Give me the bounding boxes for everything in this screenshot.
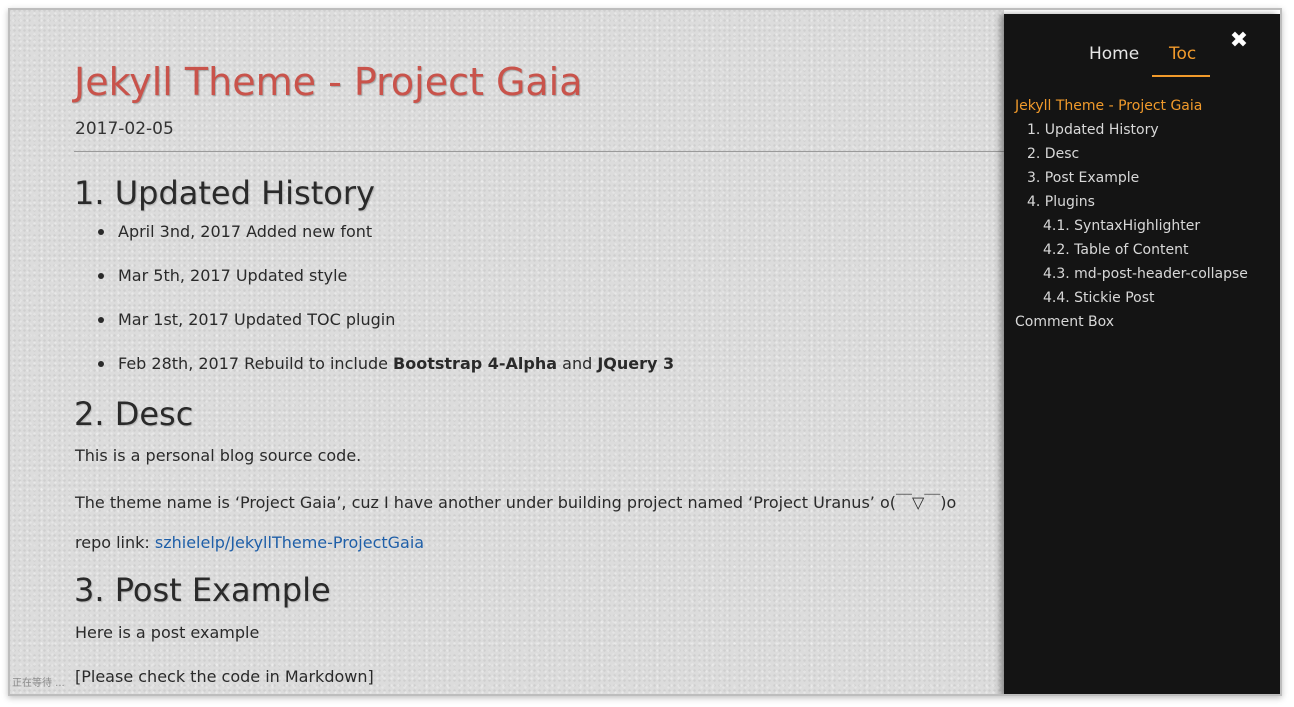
close-icon[interactable]: ✖	[1228, 30, 1250, 52]
list-item: Feb 28th, 2017 Rebuild to include Bootst…	[98, 354, 674, 398]
active-tab-underline	[1152, 75, 1210, 77]
history-list: April 3nd, 2017 Added new font Mar 5th, …	[98, 222, 674, 398]
history-item-text: April 3nd, 2017 Added new font	[118, 222, 373, 241]
section-heading-post-example: 3. Post Example	[74, 571, 331, 609]
toc-item-post-example[interactable]: 3. Post Example	[1027, 170, 1139, 186]
example-paragraph-1: Here is a post example	[75, 623, 260, 642]
list-item: Mar 1st, 2017 Updated TOC plugin	[98, 310, 674, 354]
toc-item-syntaxhighlighter[interactable]: 4.1. SyntaxHighlighter	[1043, 218, 1200, 234]
section-heading-updated-history: 1. Updated History	[74, 174, 375, 212]
post-date: 2017-02-05	[75, 119, 174, 139]
history-item-bold-jquery: JQuery 3	[597, 354, 675, 373]
tab-home[interactable]: Home	[1089, 44, 1139, 64]
toc-item-md-post-header-collapse[interactable]: 4.3. md-post-header-collapse	[1043, 266, 1248, 282]
toc-sidebar: ✖ Home Toc Jekyll Theme - Project Gaia 1…	[1004, 14, 1280, 694]
history-item-bold-bootstrap: Bootstrap 4-Alpha	[393, 354, 558, 373]
history-item-prefix: Feb 28th, 2017 Rebuild to include	[118, 354, 394, 373]
browser-frame: Jekyll Theme - Project Gaia 2017-02-05 1…	[8, 8, 1282, 696]
post-title: Jekyll Theme - Project Gaia	[74, 60, 583, 104]
toc-item-desc[interactable]: 2. Desc	[1027, 146, 1079, 162]
history-item-text: Mar 5th, 2017 Updated style	[118, 266, 348, 285]
desc-paragraph-2: The theme name is ‘Project Gaia’, cuz I …	[75, 493, 957, 512]
history-item-mid: and	[557, 354, 598, 373]
toc-item-project-gaia[interactable]: Jekyll Theme - Project Gaia	[1015, 98, 1202, 114]
repo-link[interactable]: szhielelp/JekyllTheme-ProjectGaia	[155, 533, 424, 552]
toc-item-plugins[interactable]: 4. Plugins	[1027, 194, 1095, 210]
example-paragraph-2: [Please check the code in Markdown]	[75, 667, 374, 686]
desc-paragraph-1: This is a personal blog source code.	[75, 446, 362, 465]
section-heading-desc: 2. Desc	[74, 395, 194, 433]
post-content: Jekyll Theme - Project Gaia 2017-02-05 1…	[10, 10, 1224, 694]
list-item: April 3nd, 2017 Added new font	[98, 222, 674, 266]
toc-item-comment-box[interactable]: Comment Box	[1015, 314, 1114, 330]
repo-link-paragraph: repo link: szhielelp/JekyllTheme-Project…	[75, 533, 424, 552]
browser-status-text: 正在等待 ...	[12, 678, 65, 689]
list-item: Mar 5th, 2017 Updated style	[98, 266, 674, 310]
toc-item-updated-history[interactable]: 1. Updated History	[1027, 122, 1159, 138]
toc-item-stickie-post[interactable]: 4.4. Stickie Post	[1043, 290, 1154, 306]
tab-toc[interactable]: Toc	[1169, 44, 1196, 64]
toc-item-table-of-content[interactable]: 4.2. Table of Content	[1043, 242, 1188, 258]
repo-link-label: repo link:	[75, 533, 155, 552]
history-item-text: Mar 1st, 2017 Updated TOC plugin	[118, 310, 396, 329]
